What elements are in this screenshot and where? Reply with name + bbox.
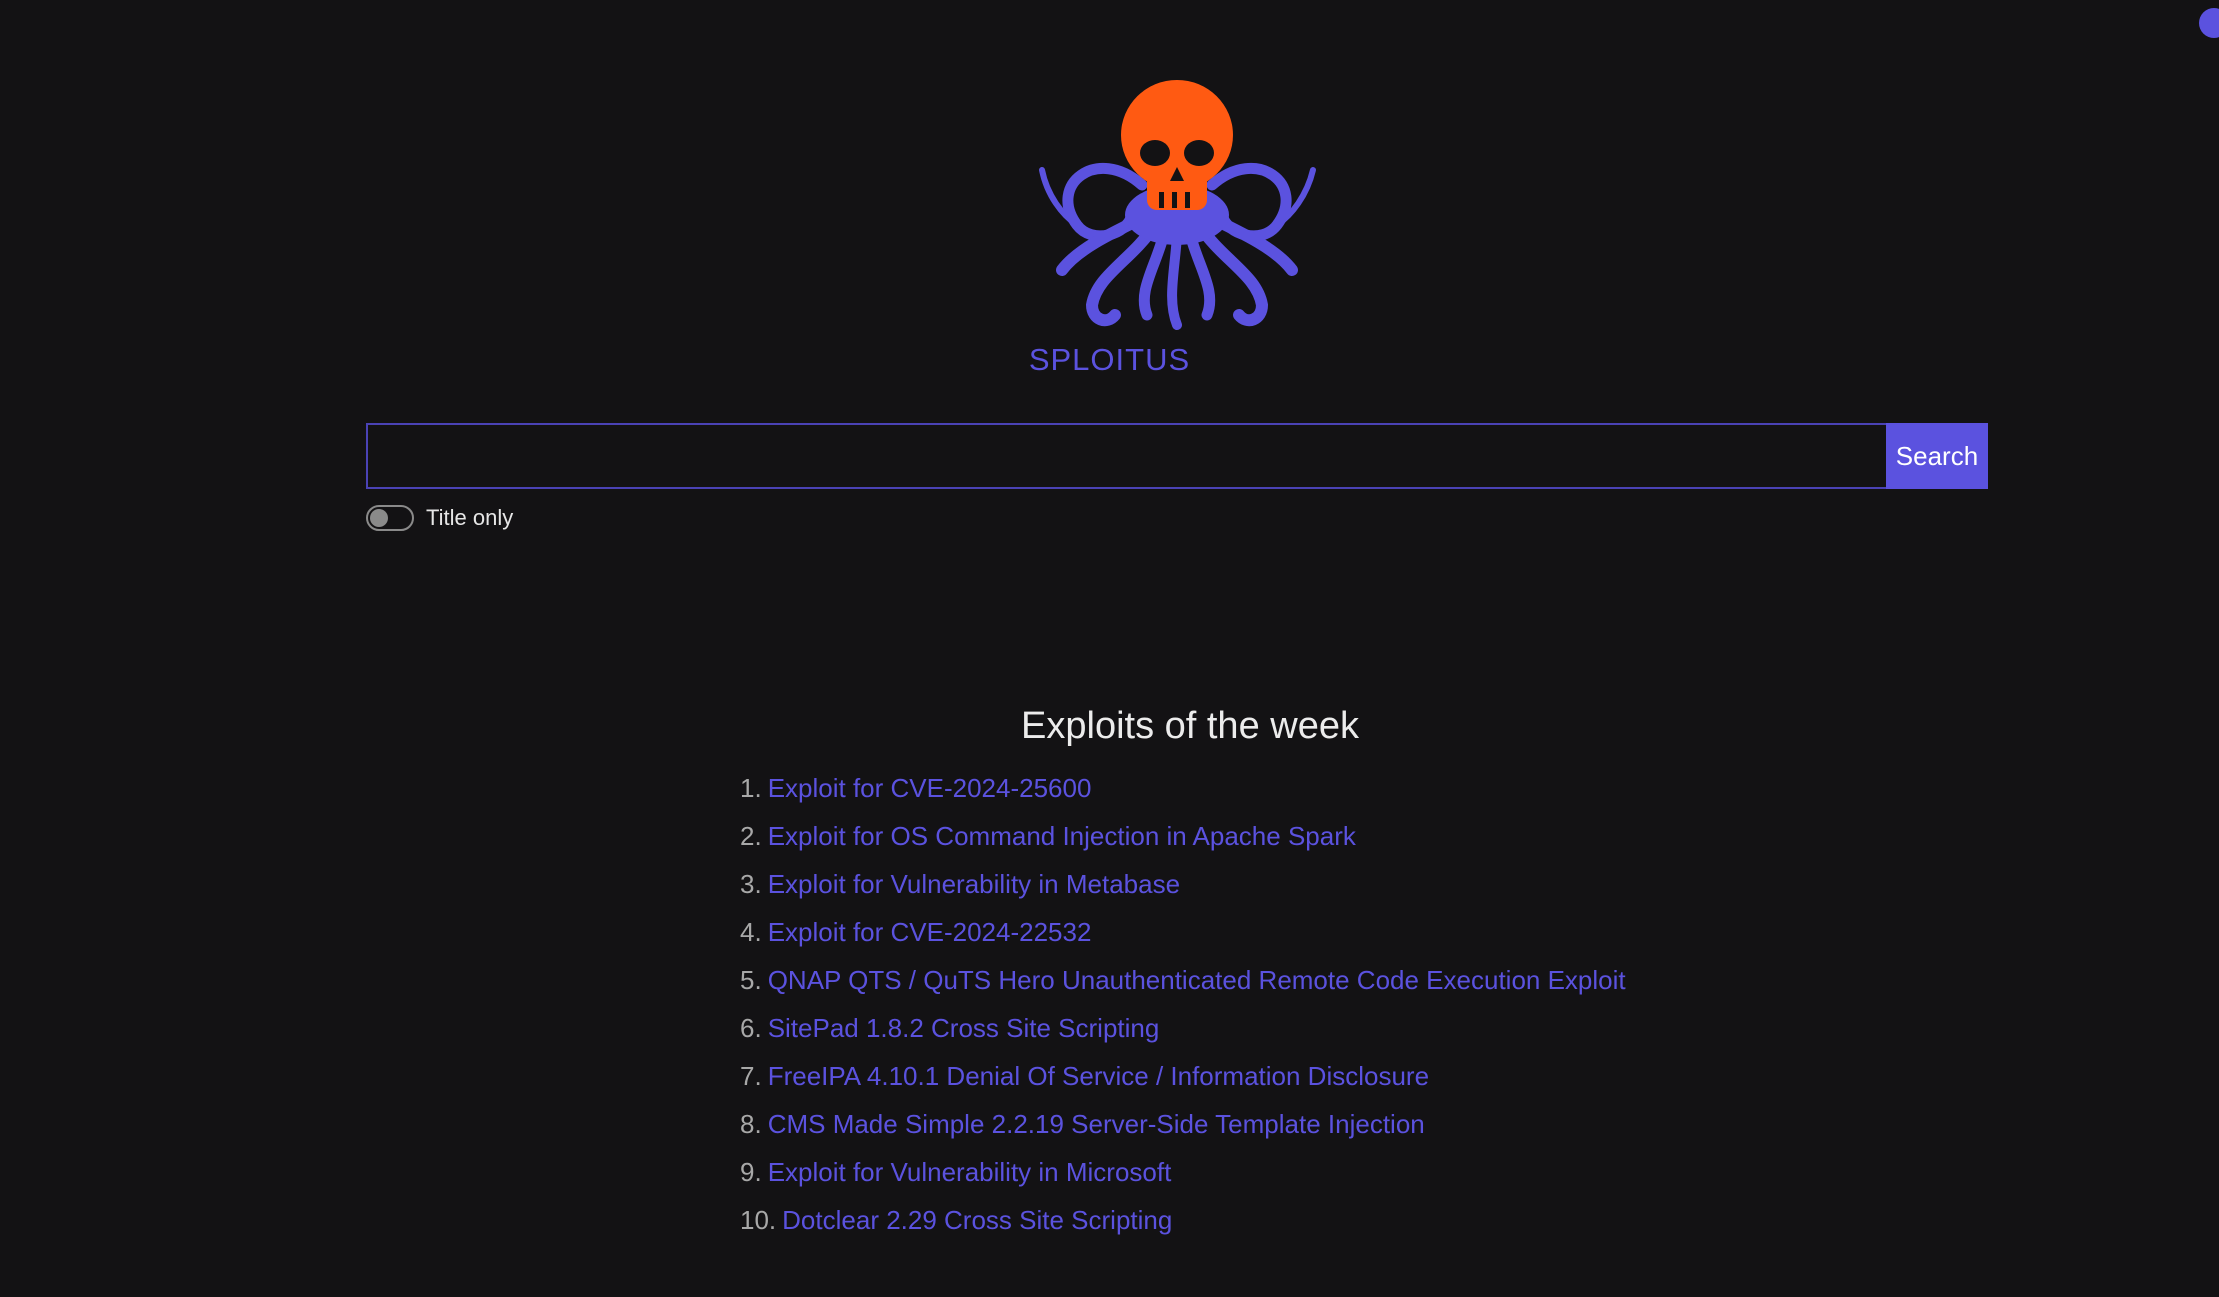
item-number: 2. [740,821,762,851]
title-only-label: Title only [426,505,514,530]
octopus-skull-logo-icon[interactable] [1037,75,1317,335]
exploit-link[interactable]: Exploit for Vulnerability in Microsoft [768,1157,1172,1187]
search-button[interactable]: Search [1886,423,1988,489]
toggle-knob [370,509,388,527]
list-item: 3. Exploit for Vulnerability in Metabase [740,864,1626,912]
title-only-toggle[interactable] [366,505,414,531]
list-item: 6. SitePad 1.8.2 Cross Site Scripting [740,1008,1626,1056]
exploit-link[interactable]: QNAP QTS / QuTS Hero Unauthenticated Rem… [768,965,1626,995]
corner-indicator[interactable] [2199,8,2219,38]
exploit-link[interactable]: Exploit for OS Command Injection in Apac… [768,821,1356,851]
item-number: 5. [740,965,762,995]
item-number: 10. [740,1205,777,1235]
list-item: 1. Exploit for CVE-2024-25600 [740,768,1626,816]
item-number: 8. [740,1109,762,1139]
exploits-list: 1. Exploit for CVE-2024-25600 2. Exploit f… [740,768,1626,1248]
brand-name[interactable]: SPLOITUS [0,342,2219,378]
item-number: 9. [740,1157,762,1187]
title-only-toggle-row: Title only [366,503,513,533]
exploit-link[interactable]: Exploit for CVE-2024-22532 [768,917,1092,947]
list-item: 5. QNAP QTS / QuTS Hero Unauthenticated R… [740,960,1626,1008]
list-item: 4. Exploit for CVE-2024-22532 [740,912,1626,960]
item-number: 6. [740,1013,762,1043]
item-number: 1. [740,773,762,803]
list-item: 2. Exploit for OS Command Injection in Ap… [740,816,1626,864]
list-item: 8. CMS Made Simple 2.2.19 Server-Side Tem… [740,1104,1626,1152]
page: SPLOITUS Search Title only Exploits of t… [0,0,2219,1297]
item-number: 7. [740,1061,762,1091]
list-item: 9. Exploit for Vulnerability in Microsoft [740,1152,1626,1200]
list-item: 7. FreeIPA 4.10.1 Denial Of Service / Inf… [740,1056,1626,1104]
list-item: 10. Dotclear 2.29 Cross Site Scripting [740,1200,1626,1248]
item-number: 4. [740,917,762,947]
search-input[interactable] [366,423,1886,489]
exploit-link[interactable]: CMS Made Simple 2.2.19 Server-Side Templ… [768,1109,1425,1139]
exploit-link[interactable]: SitePad 1.8.2 Cross Site Scripting [768,1013,1160,1043]
exploit-link[interactable]: Exploit for CVE-2024-25600 [768,773,1092,803]
exploit-link[interactable]: FreeIPA 4.10.1 Denial Of Service / Infor… [768,1061,1429,1091]
exploits-of-the-week-heading: Exploits of the week [1021,705,1359,747]
item-number: 3. [740,869,762,899]
search-bar: Search [366,423,1988,489]
exploit-link[interactable]: Exploit for Vulnerability in Metabase [768,869,1180,899]
exploit-link[interactable]: Dotclear 2.29 Cross Site Scripting [782,1205,1172,1235]
